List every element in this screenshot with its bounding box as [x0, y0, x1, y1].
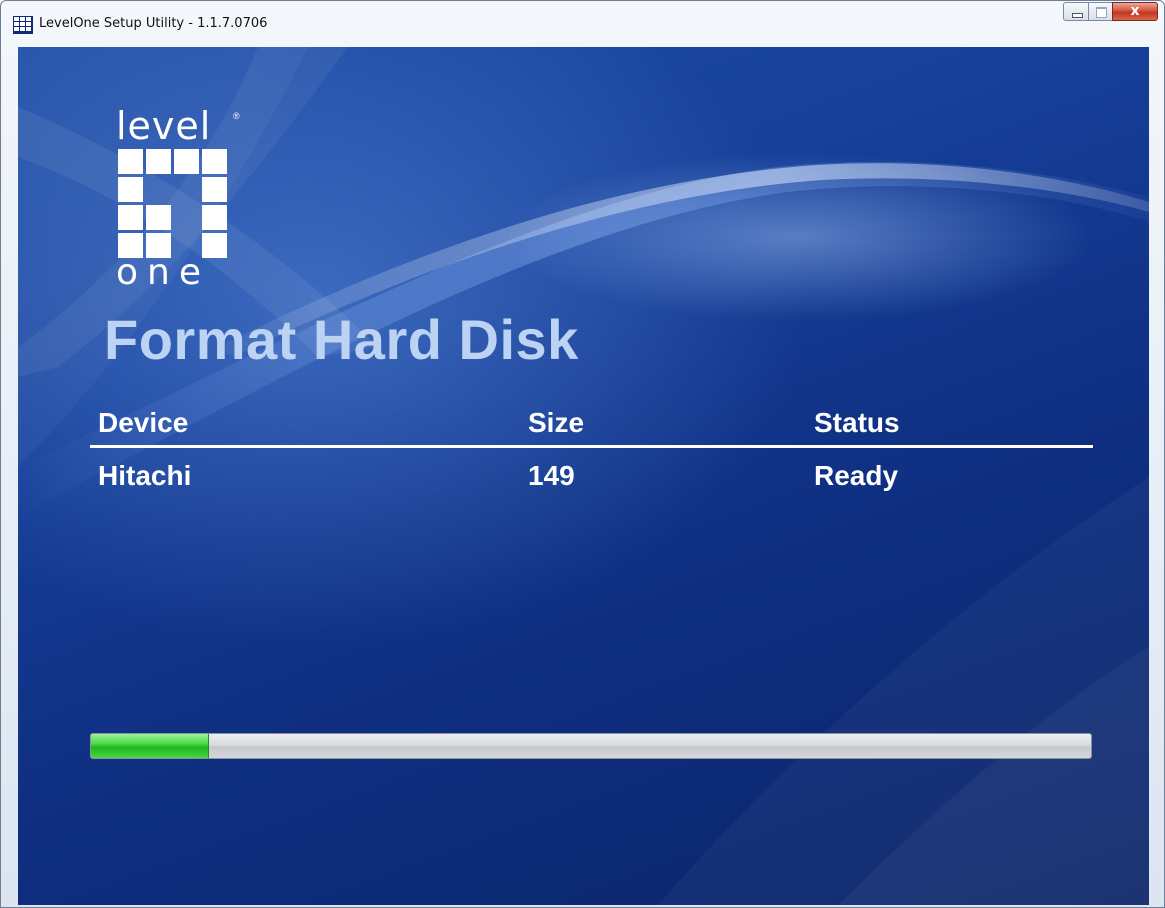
window-title: LevelOne Setup Utility - 1.1.7.0706: [39, 16, 268, 31]
logo-text-level: level: [116, 104, 212, 148]
close-icon: x: [1130, 3, 1140, 19]
table-header: Device Size Status: [90, 399, 1093, 445]
format-progress-bar: [90, 733, 1092, 759]
levelone-logo: level ® one: [116, 107, 246, 297]
setup-panel: level ® one Format Hard Disk Device Size…: [18, 47, 1149, 905]
minimize-icon: [1072, 13, 1083, 18]
cell-status: Ready: [814, 460, 899, 491]
logo-text-one: one: [116, 252, 210, 293]
column-header-size: Size: [528, 407, 585, 438]
progress-fill: [91, 734, 209, 758]
caption-buttons: x: [1063, 2, 1158, 21]
cell-size: 149: [528, 460, 575, 491]
page-title: Format Hard Disk: [104, 308, 579, 371]
disk-table: Device Size Status Hitachi 149 Ready: [90, 399, 1093, 498]
title-bar[interactable]: LevelOne Setup Utility - 1.1.7.0706 x: [1, 1, 1164, 47]
maximize-button[interactable]: [1088, 2, 1113, 21]
column-header-status: Status: [814, 407, 900, 438]
minimize-button[interactable]: [1063, 2, 1089, 21]
app-window: LevelOne Setup Utility - 1.1.7.0706 x le…: [0, 0, 1165, 908]
table-row[interactable]: Hitachi 149 Ready: [90, 452, 1093, 498]
maximize-icon: [1096, 7, 1107, 18]
header-divider: [90, 445, 1093, 448]
logo-registered-mark: ®: [233, 111, 240, 121]
levelone-logo-icon[interactable]: [13, 16, 33, 34]
cell-device: Hitachi: [98, 460, 192, 491]
column-header-device: Device: [98, 407, 189, 438]
close-button[interactable]: x: [1112, 2, 1158, 21]
logo-grid-mark: [118, 149, 228, 259]
